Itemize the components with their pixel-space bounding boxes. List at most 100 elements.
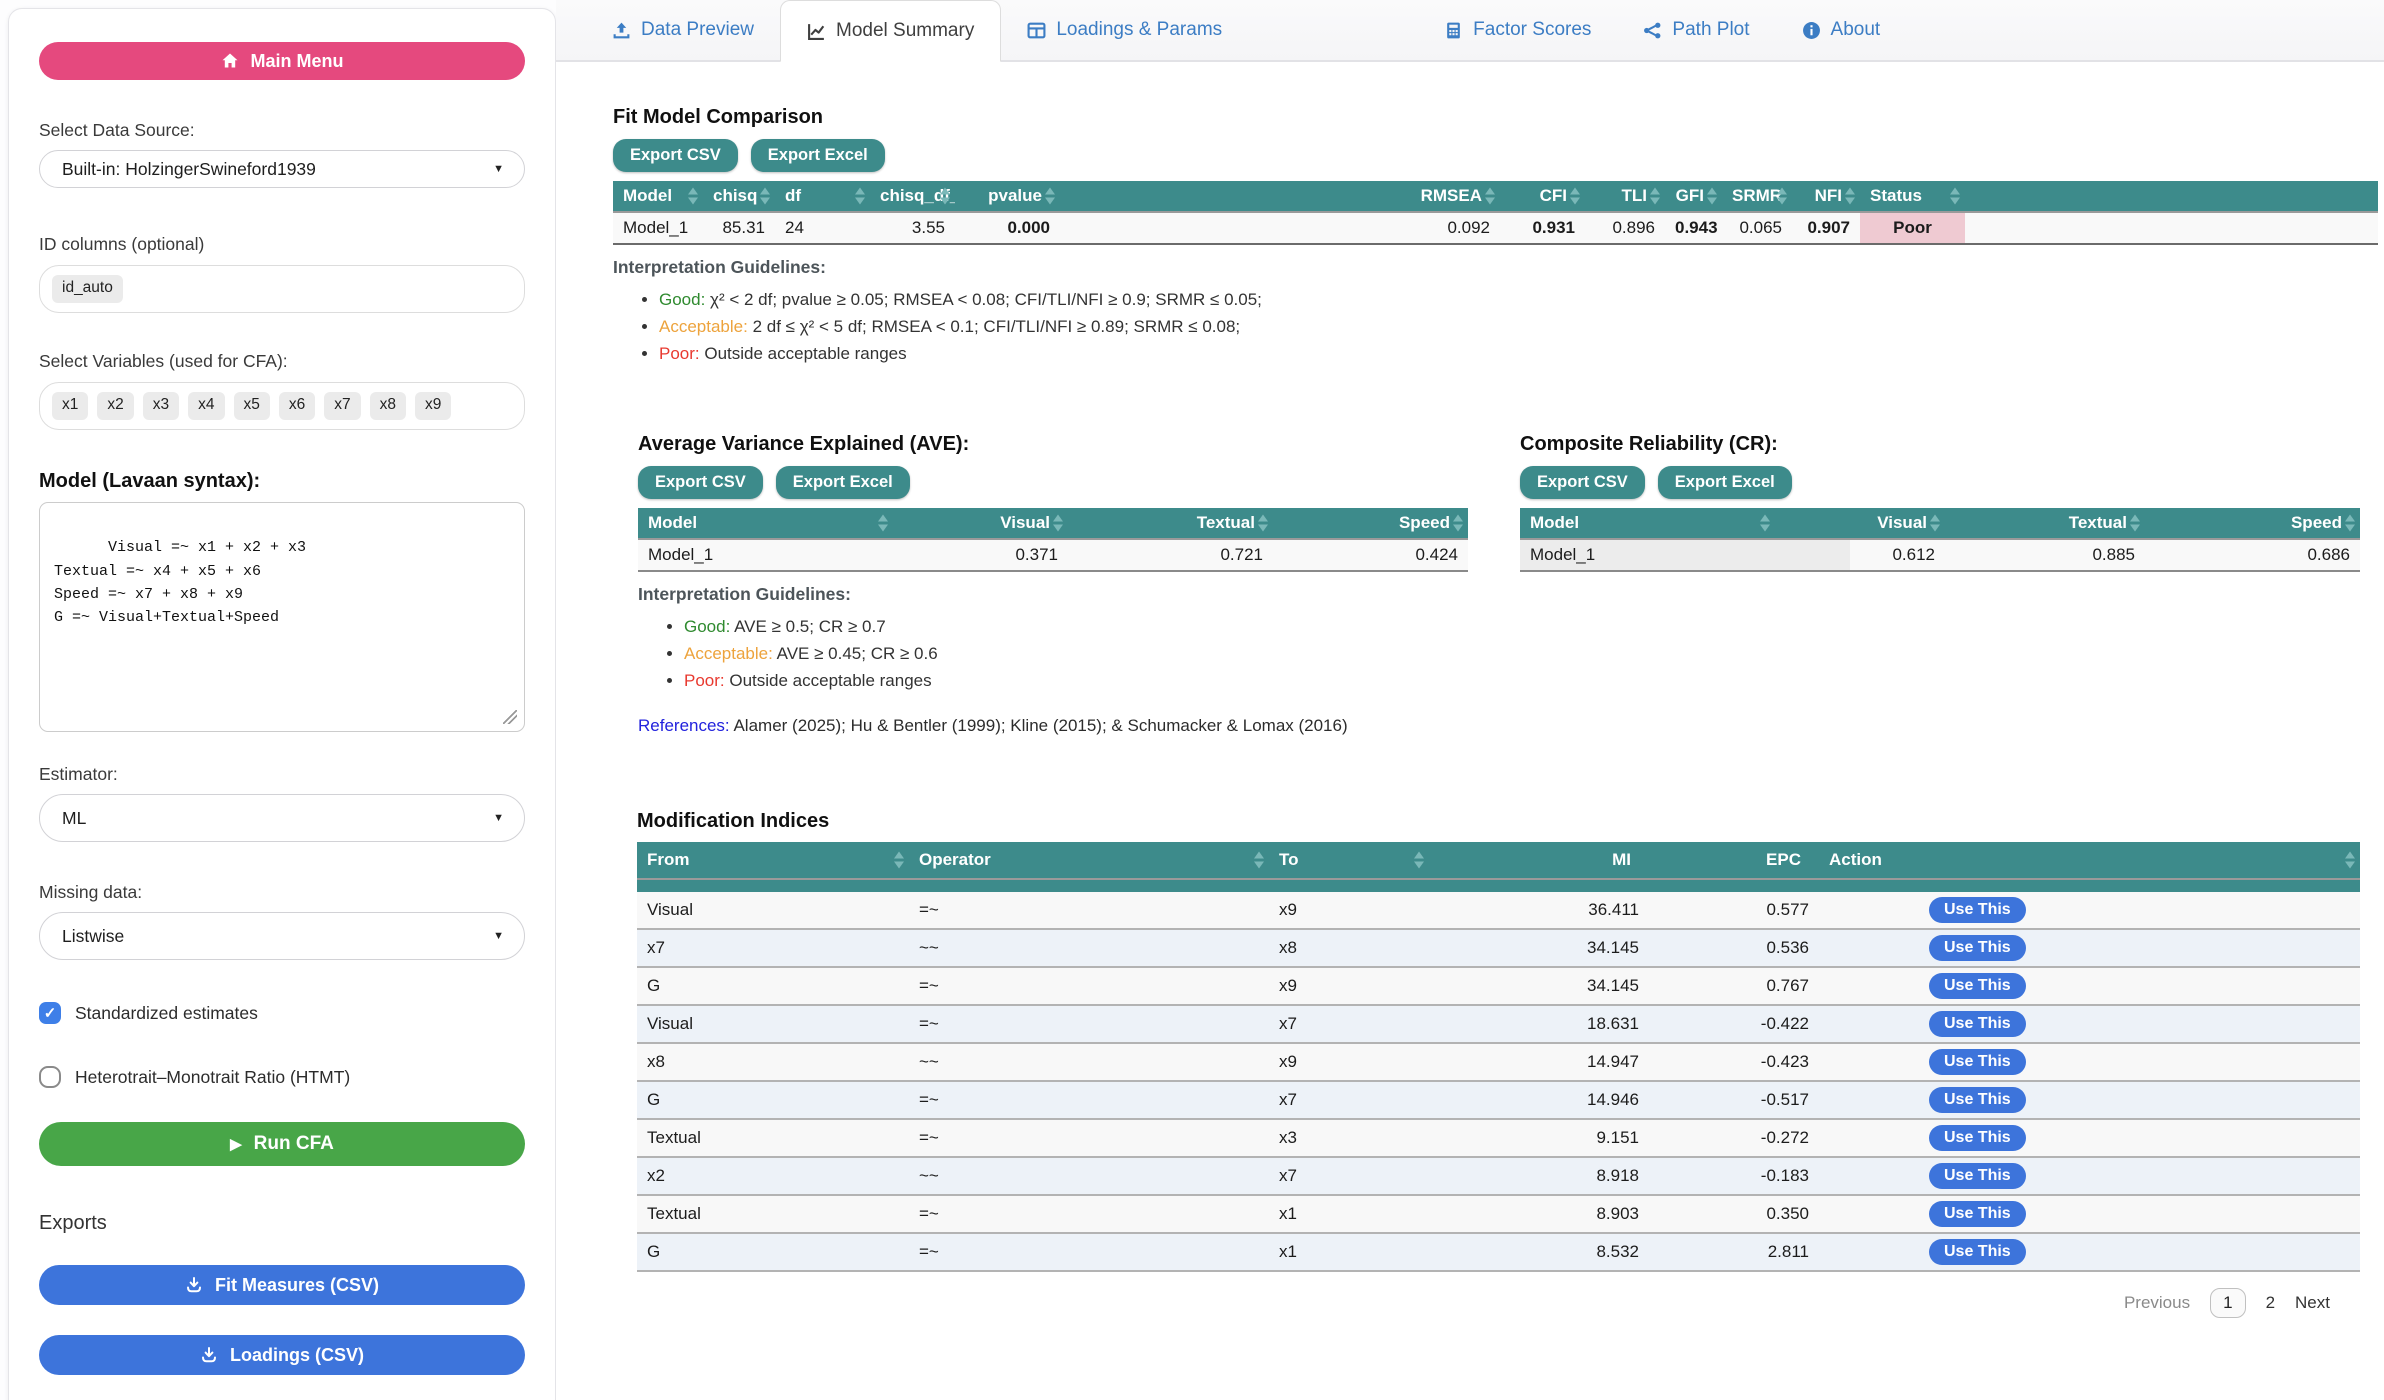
guideline-good: Good: AVE ≥ 0.5; CR ≥ 0.7 — [684, 613, 1468, 640]
tab-about-label: About — [1831, 19, 1881, 41]
mi-epc-cell: 0.536 — [1649, 929, 1819, 967]
use-this-button[interactable]: Use This — [1929, 1163, 2026, 1189]
tab-data-preview-label: Data Preview — [641, 19, 754, 41]
fit-col-pvalue[interactable]: pvalue — [955, 181, 1060, 212]
use-this-button[interactable]: Use This — [1929, 973, 2026, 999]
use-this-button[interactable]: Use This — [1929, 1125, 2026, 1151]
cr-col-textual[interactable]: Textual — [1945, 508, 2145, 539]
fit-col-model[interactable]: Model — [613, 181, 703, 212]
sort-icon — [1414, 852, 1424, 869]
variable-tag[interactable]: x9 — [415, 392, 451, 420]
guidelines-title: Interpretation Guidelines: — [638, 584, 1468, 605]
fit-export-csv-button[interactable]: Export CSV — [613, 139, 738, 172]
fit-col-gfi[interactable]: GFI — [1665, 181, 1722, 212]
ave-col-speed[interactable]: Speed — [1273, 508, 1468, 539]
mi-epc-cell: 0.350 — [1649, 1195, 1819, 1233]
cr-col-model[interactable]: Model — [1520, 508, 1850, 539]
use-this-button[interactable]: Use This — [1929, 935, 2026, 961]
ave-col-model[interactable]: Model — [638, 508, 968, 539]
variable-tag[interactable]: x1 — [52, 392, 88, 420]
sort-icon — [1760, 515, 1770, 532]
use-this-button[interactable]: Use This — [1929, 1011, 2026, 1037]
pagination-previous[interactable]: Previous — [2124, 1293, 2190, 1313]
run-cfa-button[interactable]: ▶ Run CFA — [39, 1122, 525, 1166]
pagination-page-2[interactable]: 2 — [2266, 1293, 2275, 1313]
ave-col-textual[interactable]: Textual — [1068, 508, 1273, 539]
ave-export-excel-button[interactable]: Export Excel — [776, 466, 910, 499]
use-this-button[interactable]: Use This — [1929, 1201, 2026, 1227]
mi-mi-cell: 36.411 — [1429, 892, 1649, 929]
use-this-button[interactable]: Use This — [1929, 1239, 2026, 1265]
mi-col-to[interactable]: To — [1269, 842, 1429, 879]
fit-col-chisq-df-ratio[interactable]: chisq_df_ratio — [870, 181, 955, 212]
mi-to-cell: x7 — [1269, 1157, 1429, 1195]
export-loadings-button[interactable]: Loadings (CSV) — [39, 1335, 525, 1375]
cr-textual-cell: 0.885 — [1945, 539, 2145, 571]
sort-icon — [1254, 852, 1264, 869]
fit-col-chisq[interactable]: chisq — [703, 181, 775, 212]
standardized-estimates-checkbox[interactable]: ✓ Standardized estimates — [39, 1002, 525, 1024]
cr-title: Composite Reliability (CR): — [1520, 433, 2360, 456]
variable-tag[interactable]: x2 — [97, 392, 133, 420]
ave-export-csv-button[interactable]: Export CSV — [638, 466, 763, 499]
cr-export-csv-button[interactable]: Export CSV — [1520, 466, 1645, 499]
id-column-tag[interactable]: id_auto — [52, 275, 123, 303]
cr-col-visual[interactable]: Visual — [1850, 508, 1945, 539]
pagination-next[interactable]: Next — [2295, 1293, 2330, 1313]
fit-col-status[interactable]: Status — [1860, 181, 1965, 212]
fit-table-row: Model_1 85.31 24 3.55 0.000 0.092 0.931 … — [613, 212, 2378, 244]
mi-operator-cell: =~ — [909, 967, 1269, 1005]
model-syntax-textarea[interactable]: Visual =~ x1 + x2 + x3 Textual =~ x4 + x… — [39, 502, 525, 732]
cr-export-excel-button[interactable]: Export Excel — [1658, 466, 1792, 499]
main-menu-button[interactable]: Main Menu — [39, 42, 525, 80]
data-source-select[interactable]: Built-in: HolzingerSwineford1939 ▼ — [39, 150, 525, 188]
pagination-page-1[interactable]: 1 — [2210, 1288, 2245, 1318]
variable-tag[interactable]: x7 — [324, 392, 360, 420]
play-icon: ▶ — [230, 1135, 242, 1153]
mi-col-action[interactable]: Action — [1819, 842, 2360, 879]
estimator-select[interactable]: ML ▼ — [39, 794, 525, 842]
sort-icon — [1777, 188, 1787, 205]
home-icon — [221, 52, 239, 70]
id-columns-input[interactable]: id_auto — [39, 265, 525, 313]
htmt-checkbox[interactable]: Heterotrait–Monotrait Ratio (HTMT) — [39, 1066, 525, 1088]
tab-path-plot[interactable]: Path Plot — [1617, 0, 1775, 60]
mi-to-cell: x8 — [1269, 929, 1429, 967]
use-this-button[interactable]: Use This — [1929, 1087, 2026, 1113]
mi-col-epc[interactable]: EPC — [1649, 842, 1819, 879]
fit-col-nfi[interactable]: NFI — [1792, 181, 1860, 212]
mi-col-mi[interactable]: MI — [1429, 842, 1649, 879]
fit-col-df[interactable]: df — [775, 181, 870, 212]
variable-tag[interactable]: x5 — [234, 392, 270, 420]
variable-tag[interactable]: x4 — [188, 392, 224, 420]
fit-export-excel-button[interactable]: Export Excel — [751, 139, 885, 172]
variable-tag[interactable]: x8 — [370, 392, 406, 420]
cr-table: Model Visual Textual Speed Model_1 0.612… — [1520, 508, 2360, 572]
fit-col-rmsea[interactable]: RMSEA — [1060, 181, 1500, 212]
tab-factor-scores[interactable]: Factor Scores — [1418, 0, 1617, 60]
mi-col-from[interactable]: From — [637, 842, 909, 879]
ave-col-visual[interactable]: Visual — [968, 508, 1068, 539]
cr-col-speed[interactable]: Speed — [2145, 508, 2360, 539]
sort-icon — [878, 515, 888, 532]
cr-section: Composite Reliability (CR): Export CSV E… — [1520, 433, 2360, 736]
tab-loadings-params[interactable]: Loadings & Params — [1001, 0, 1248, 60]
tab-model-summary[interactable]: Model Summary — [780, 0, 1001, 62]
variable-tag[interactable]: x6 — [279, 392, 315, 420]
fit-col-cfi[interactable]: CFI — [1500, 181, 1585, 212]
tab-data-preview[interactable]: Data Preview — [586, 0, 780, 60]
missing-data-select[interactable]: Listwise ▼ — [39, 912, 525, 960]
mi-to-cell: x3 — [1269, 1119, 1429, 1157]
variable-tag[interactable]: x3 — [143, 392, 179, 420]
fit-col-tli[interactable]: TLI — [1585, 181, 1665, 212]
variables-input[interactable]: x1 x2 x3 x4 x5 x6 x7 x8 x9 — [39, 382, 525, 430]
use-this-button[interactable]: Use This — [1929, 897, 2026, 923]
variables-label: Select Variables (used for CFA): — [39, 351, 525, 372]
fit-col-srmr[interactable]: SRMR — [1722, 181, 1792, 212]
export-fit-measures-button[interactable]: Fit Measures (CSV) — [39, 1265, 525, 1305]
mi-col-operator[interactable]: Operator — [909, 842, 1269, 879]
resize-handle[interactable] — [503, 710, 517, 724]
use-this-button[interactable]: Use This — [1929, 1049, 2026, 1075]
tab-about[interactable]: About — [1776, 0, 1907, 60]
mi-mi-cell: 18.631 — [1429, 1005, 1649, 1043]
